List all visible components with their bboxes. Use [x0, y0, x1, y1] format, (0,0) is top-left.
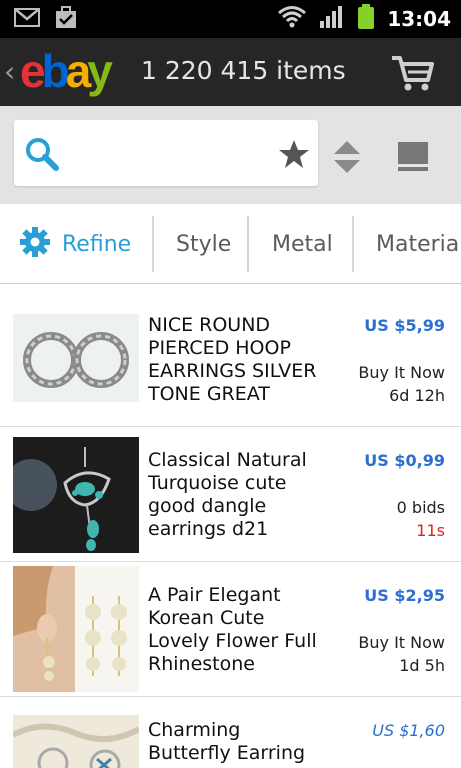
- item-thumbnail: [13, 566, 139, 692]
- list-item[interactable]: Classical Natural Turquoise cute good da…: [0, 427, 461, 562]
- sort-icon[interactable]: [332, 139, 362, 175]
- cart-icon: [388, 56, 438, 98]
- item-price: US $2,95: [364, 586, 445, 605]
- signal-icon: [319, 5, 345, 33]
- gear-icon: [20, 227, 50, 261]
- status-bar: 13:04: [0, 0, 461, 38]
- filter-tab-style[interactable]: Style: [176, 226, 231, 262]
- item-format: Buy It Now: [358, 633, 445, 652]
- item-title: Classical Natural Turquoise cute good da…: [148, 449, 307, 540]
- item-title: NICE ROUND PIERCED HOOP EARRINGS SILVER …: [148, 314, 317, 405]
- list-item[interactable]: NICE ROUND PIERCED HOOP EARRINGS SILVER …: [0, 284, 461, 427]
- item-thumbnail: [13, 314, 139, 402]
- list-item[interactable]: A Pair Elegant Korean Cute Lovely Flower…: [0, 562, 461, 697]
- app-header: ‹ ebay 1 220 415 items: [0, 38, 461, 106]
- refine-label: Refine: [62, 231, 132, 257]
- item-price: US $1,60: [372, 721, 445, 740]
- item-thumbnail: [13, 437, 139, 553]
- cart-button[interactable]: [388, 50, 438, 94]
- item-price: US $5,99: [364, 316, 445, 335]
- item-title: Charming Butterfly Earring: [148, 719, 306, 764]
- item-title: A Pair Elegant Korean Cute Lovely Flower…: [148, 584, 317, 675]
- item-format: Buy It Now: [358, 363, 445, 382]
- list-item[interactable]: Charming Butterfly Earring US $1,60: [0, 697, 461, 768]
- search-area: [0, 106, 461, 204]
- battery-icon: [357, 4, 375, 34]
- gmail-icon: [14, 6, 40, 34]
- download-done-icon: [54, 6, 78, 34]
- item-price: US $0,99: [364, 451, 445, 470]
- wifi-icon: [277, 5, 307, 33]
- item-thumbnail: [13, 715, 139, 768]
- star-icon[interactable]: [278, 138, 310, 170]
- item-time-left: 6d 12h: [389, 386, 445, 405]
- divider: [152, 216, 154, 272]
- clock: 13:04: [387, 7, 451, 31]
- back-chevron-icon[interactable]: ‹: [4, 54, 15, 90]
- refine-button[interactable]: Refine: [20, 226, 131, 262]
- divider: [247, 216, 249, 272]
- divider: [352, 216, 354, 272]
- search-box[interactable]: [14, 120, 318, 186]
- search-icon[interactable]: [24, 136, 60, 172]
- ebay-logo[interactable]: ebay: [20, 48, 113, 94]
- view-mode-icon[interactable]: [396, 140, 430, 172]
- filter-tab-material[interactable]: Material: [376, 226, 461, 262]
- item-time-left: 11s: [416, 521, 445, 540]
- item-time-left: 1d 5h: [399, 656, 445, 675]
- item-bid-count: 0 bids: [396, 498, 445, 517]
- listing-results: NICE ROUND PIERCED HOOP EARRINGS SILVER …: [0, 284, 461, 768]
- filter-tab-metal[interactable]: Metal: [272, 226, 333, 262]
- search-input[interactable]: [66, 134, 266, 172]
- item-count: 1 220 415 items: [141, 56, 346, 85]
- refine-bar: Refine Style Metal Material: [0, 204, 461, 284]
